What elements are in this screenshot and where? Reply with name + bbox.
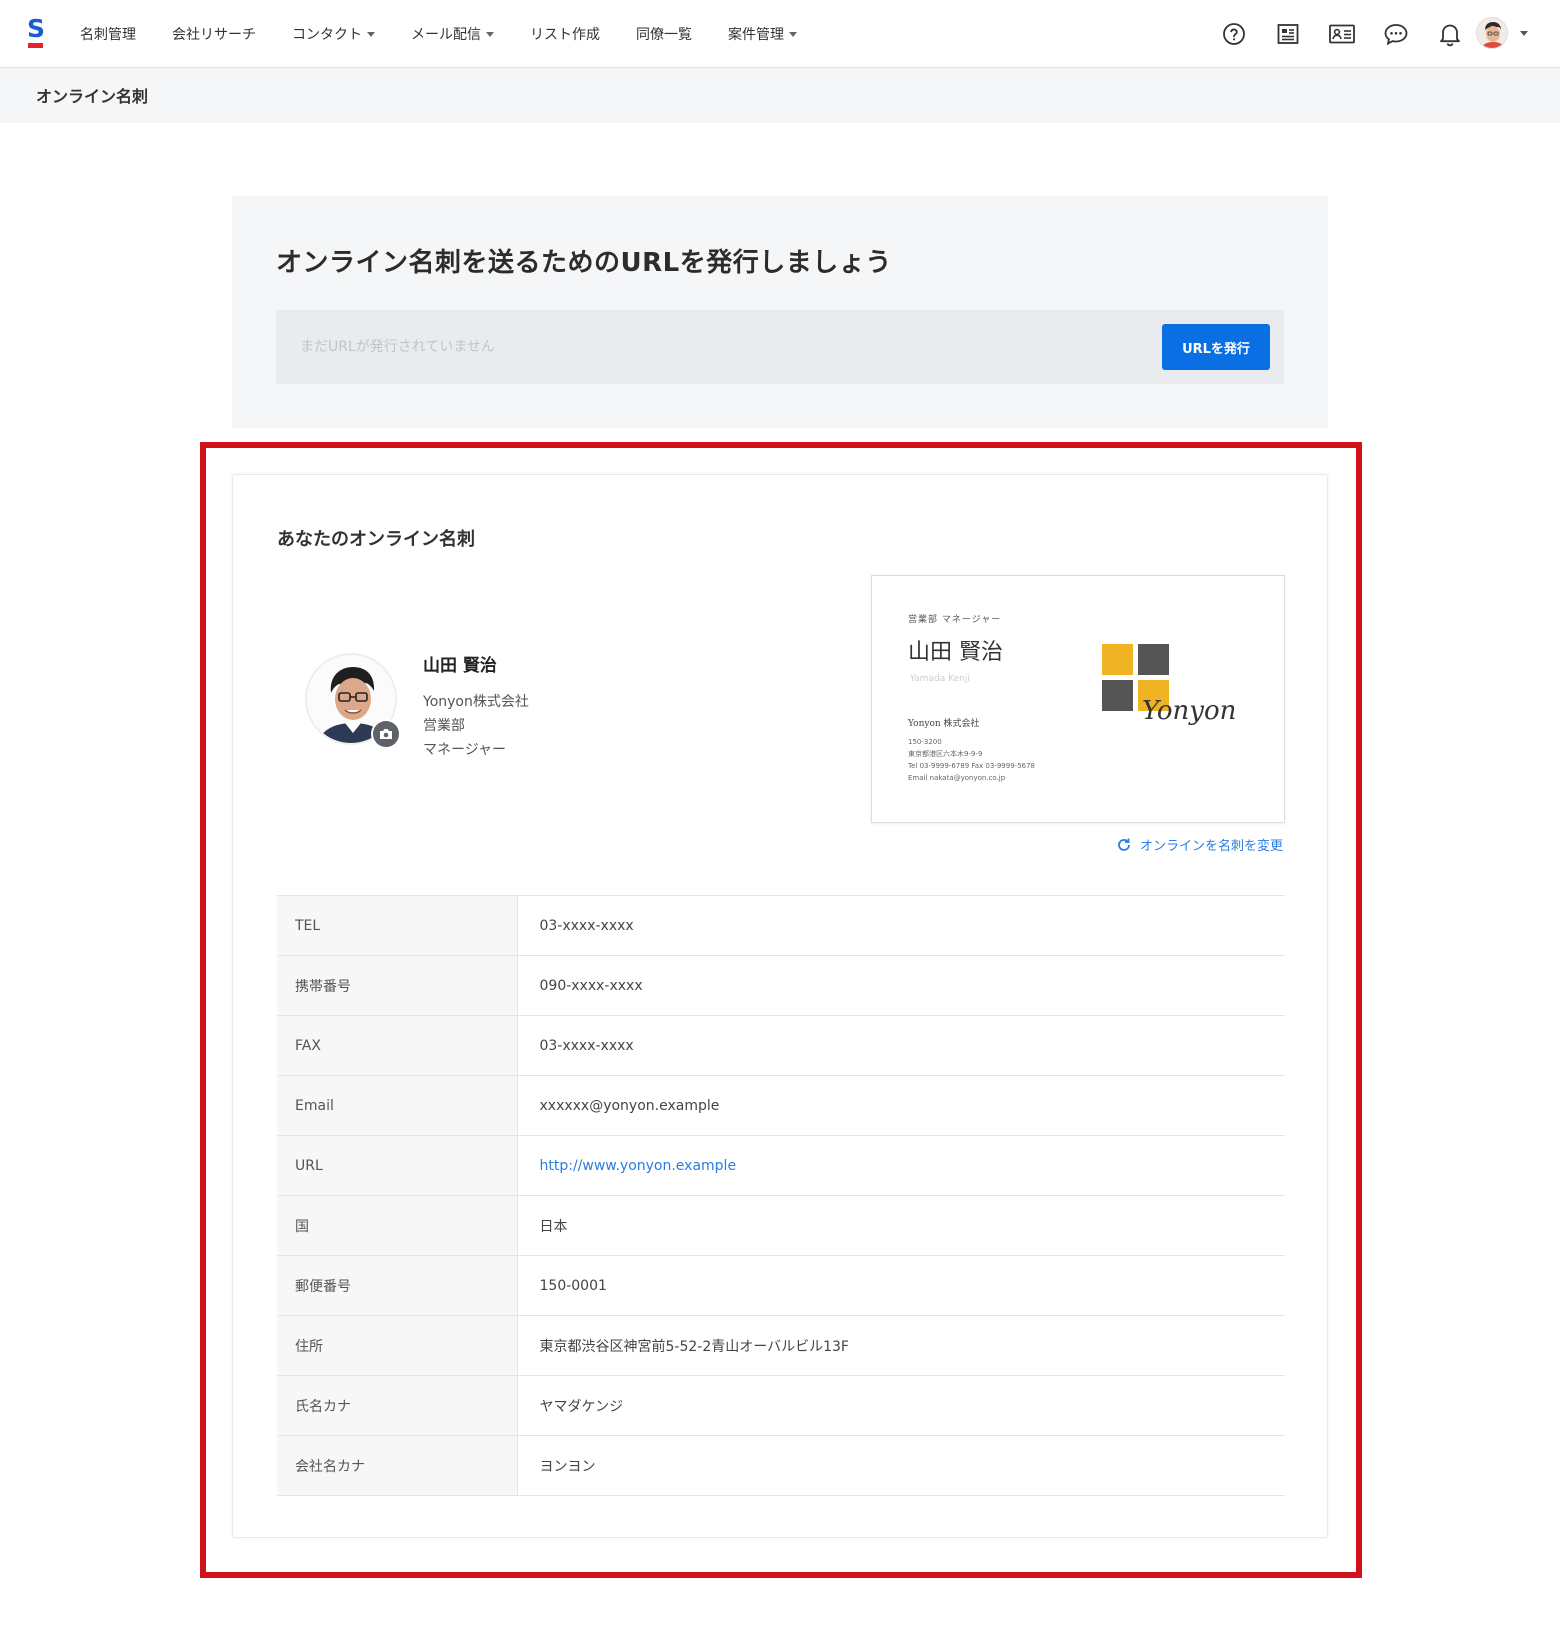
profile-company: Yonyon株式会社 — [423, 694, 529, 710]
table-row: 国 日本 — [277, 1195, 1285, 1256]
bc-logo-text: Yonyon — [1142, 696, 1237, 726]
row-value: 03-xxxx-xxxx — [539, 1037, 634, 1054]
nav-label: 名刺管理 — [80, 27, 136, 43]
row-label: URL — [277, 1135, 518, 1196]
change-link-label: オンラインを名刺を変更 — [1139, 839, 1283, 854]
help-icon[interactable] — [1219, 19, 1249, 49]
nav-meishi-kanri[interactable]: 名刺管理 — [80, 24, 136, 44]
row-label: FAX — [277, 1015, 518, 1076]
row-label: 国 — [277, 1195, 518, 1256]
row-value: ヨンヨン — [539, 1458, 596, 1475]
profile-position: マネージャー — [423, 742, 507, 758]
url-input[interactable] — [276, 310, 1126, 384]
row-value: xxxxxx@yonyon.example — [539, 1097, 720, 1114]
online-card-panel: あなたのオンライン名刺 山田 賢治 Yonyon株式会社 営業部 マネージャー … — [232, 474, 1328, 1538]
row-label: 住所 — [277, 1315, 518, 1376]
profile-name: 山田 賢治 — [423, 656, 497, 676]
bc-company: Yonyon 株式会社 — [908, 719, 980, 729]
bc-tel-fax: Tel 03-9999-6789 Fax 03-9999-5678 — [908, 762, 1036, 770]
nav-label: 案件管理 — [728, 27, 784, 43]
chevron-down-icon — [486, 31, 494, 37]
page-title: オンライン名刺 — [36, 87, 149, 106]
user-menu-chevron-icon[interactable] — [1520, 31, 1528, 36]
profile-department: 営業部 — [423, 718, 465, 734]
row-value: 090-xxxx-xxxx — [539, 977, 643, 994]
chevron-down-icon — [367, 31, 375, 37]
row-label: Email — [277, 1075, 518, 1136]
table-row: TEL 03-xxxx-xxxx — [277, 895, 1285, 956]
change-online-card-link[interactable]: オンラインを名刺を変更 — [1116, 835, 1283, 854]
url-issue-panel: オンライン名刺を送るためのURLを発行しましょう URLを発行 — [232, 196, 1328, 428]
bell-icon[interactable] — [1435, 19, 1465, 49]
camera-icon[interactable] — [371, 719, 401, 749]
row-label: 会社名カナ — [277, 1435, 518, 1496]
table-row: URL http://www.yonyon.example — [277, 1135, 1285, 1196]
nav-contact[interactable]: コンタクト — [292, 24, 375, 44]
logo-underline — [28, 43, 43, 48]
bc-details: 150-3200 東京都港区六本木9-9-9 Tel 03-9999-6789 … — [908, 736, 1035, 784]
table-row: 住所 東京都渋谷区神宮前5-52-2青山オーバルビル13F — [277, 1315, 1285, 1376]
nav-colleagues[interactable]: 同僚一覧 — [636, 24, 692, 44]
business-card-icon[interactable] — [1327, 19, 1357, 49]
main-menu: 名刺管理 会社リサーチ コンタクト メール配信 リスト作成 同僚一覧 案件管理 — [80, 0, 833, 68]
user-avatar[interactable] — [1476, 17, 1508, 49]
breadcrumb: オンライン名刺 — [0, 69, 1560, 123]
table-row: Email xxxxxx@yonyon.example — [277, 1075, 1285, 1136]
profile-info: 山田 賢治 Yonyon株式会社 営業部 マネージャー — [423, 651, 529, 762]
business-card-image: 営業部 マネージャー 山田 賢治 Yamada Kenji Yonyon 株式会… — [871, 575, 1285, 823]
card-panel-heading: あなたのオンライン名刺 — [277, 529, 475, 550]
header-actions — [1195, 0, 1490, 68]
chat-icon[interactable] — [1381, 19, 1411, 49]
nav-label: 同僚一覧 — [636, 27, 692, 43]
chevron-down-icon — [789, 31, 797, 37]
row-value: 東京都渋谷区神宮前5-52-2青山オーバルビル13F — [539, 1338, 849, 1355]
nav-deal-management[interactable]: 案件管理 — [728, 24, 797, 44]
contact-info-table: TEL 03-xxxx-xxxx 携帯番号 090-xxxx-xxxx FAX 03-… — [277, 895, 1285, 1496]
bc-roman-name: Yamada Kenji — [910, 674, 970, 684]
table-row: 携帯番号 090-xxxx-xxxx — [277, 955, 1285, 1016]
refresh-icon — [1118, 838, 1130, 851]
issue-url-button[interactable]: URLを発行 — [1162, 324, 1270, 370]
nav-label: コンタクト — [292, 27, 362, 43]
nav-mail-delivery[interactable]: メール配信 — [411, 24, 494, 44]
url-field-container: URLを発行 — [276, 310, 1284, 384]
bc-name: 山田 賢治 — [908, 640, 1003, 665]
nav-label: 会社リサーチ — [172, 27, 256, 43]
row-value: ヤマダケンジ — [539, 1398, 624, 1415]
table-row: 会社名カナ ヨンヨン — [277, 1435, 1285, 1496]
row-label: 氏名カナ — [277, 1375, 518, 1436]
bc-zip: 150-3200 — [908, 738, 942, 746]
nav-label: メール配信 — [411, 27, 481, 43]
table-row: FAX 03-xxxx-xxxx — [277, 1015, 1285, 1076]
table-row: 郵便番号 150-0001 — [277, 1255, 1285, 1316]
bc-title: 営業部 マネージャー — [908, 615, 1002, 625]
row-value: 03-xxxx-xxxx — [539, 917, 634, 934]
nav-company-research[interactable]: 会社リサーチ — [172, 24, 256, 44]
row-label: TEL — [277, 895, 518, 956]
bc-email: Email nakata@yonyon.co.jp — [908, 774, 1006, 782]
table-row: 氏名カナ ヤマダケンジ — [277, 1375, 1285, 1436]
bc-address: 東京都港区六本木9-9-9 — [908, 750, 983, 758]
top-navigation: S 名刺管理 会社リサーチ コンタクト メール配信 リスト作成 同僚一覧 案件管… — [0, 0, 1560, 68]
row-label: 携帯番号 — [277, 955, 518, 1016]
row-value: 日本 — [539, 1218, 568, 1235]
url-panel-heading: オンライン名刺を送るためのURLを発行しましょう — [276, 248, 892, 278]
nav-list-creation[interactable]: リスト作成 — [530, 24, 600, 44]
news-icon[interactable] — [1273, 19, 1303, 49]
logo-letter: S — [26, 14, 45, 43]
url-link[interactable]: http://www.yonyon.example — [517, 1136, 1285, 1196]
row-label: 郵便番号 — [277, 1255, 518, 1316]
app-logo[interactable]: S — [26, 16, 46, 50]
nav-label: リスト作成 — [530, 27, 600, 43]
row-value: 150-0001 — [539, 1277, 607, 1294]
